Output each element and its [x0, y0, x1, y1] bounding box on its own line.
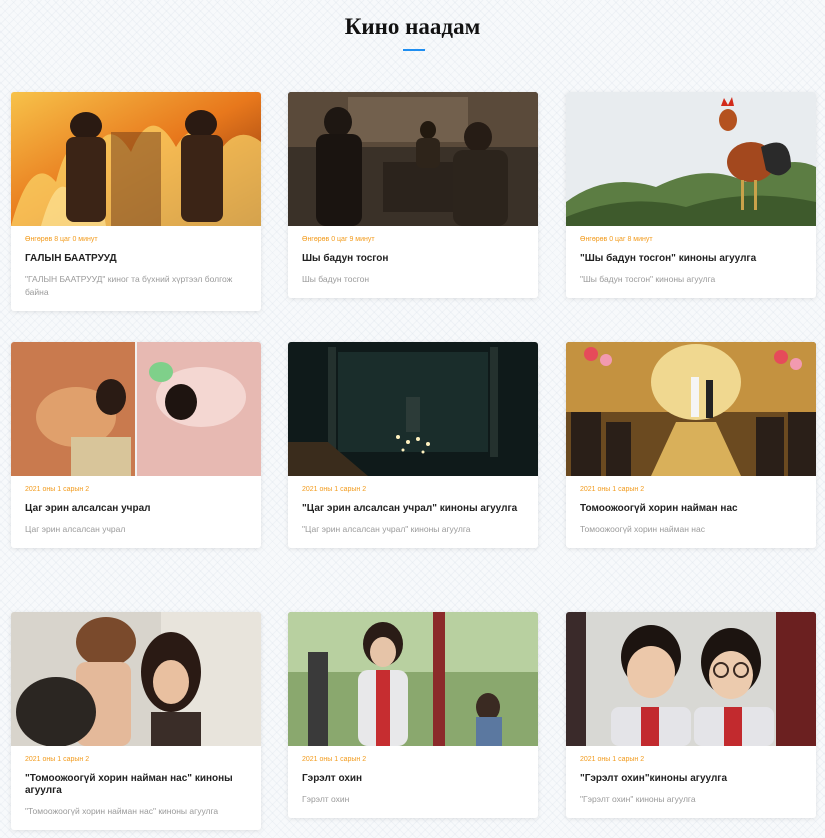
card-title[interactable]: Гэрэлт охин: [302, 773, 524, 785]
card-description: "Гэрэлт охин" киноны агуулга: [580, 794, 696, 804]
card-description: "Томоожоогүй хорин найман нас" киноны аг…: [25, 806, 219, 816]
movie-thumbnail[interactable]: [288, 342, 538, 476]
movie-card[interactable]: 2021 оны 1 сарын 2 Томоожоогүй хорин най…: [566, 342, 816, 548]
card-date: 2021 оны 1 сарын 2: [580, 486, 645, 493]
movie-thumbnail[interactable]: [11, 342, 261, 476]
movie-thumbnail[interactable]: [566, 342, 816, 476]
card-title[interactable]: Цаг эрин алсалсан учрал: [25, 503, 247, 515]
movie-thumbnail[interactable]: [11, 612, 261, 746]
card-description: "Шы бадун тосгон" киноны агуулга: [580, 274, 716, 284]
card-title[interactable]: "Цаг эрин алсалсан учрал" киноны агуулга: [302, 503, 524, 515]
movie-card[interactable]: 2021 оны 1 сарын 2 "Томоожоогүй хорин на…: [11, 612, 261, 830]
card-date: Өнгөрөв 0 цаг 8 минут: [580, 236, 653, 243]
movie-card[interactable]: 2021 оны 1 сарын 2 "Цаг эрин алсалсан уч…: [288, 342, 538, 548]
card-date: Өнгөрөв 8 цаг 0 минут: [25, 236, 98, 243]
movie-thumbnail[interactable]: [288, 612, 538, 746]
movie-card[interactable]: 2021 оны 1 сарын 2 Цаг эрин алсалсан учр…: [11, 342, 261, 548]
card-date: 2021 оны 1 сарын 2: [580, 756, 645, 763]
card-description: Томоожоогүй хорин найман нас: [580, 524, 705, 534]
card-title[interactable]: Шы бадун тосгон: [302, 253, 524, 265]
card-title[interactable]: ГАЛЫН БААТРУУД: [25, 253, 247, 265]
card-title[interactable]: Томоожоогүй хорин найман нас: [580, 503, 802, 515]
card-title[interactable]: "Гэрэлт охин"киноны агуулга: [580, 773, 802, 785]
movie-thumbnail[interactable]: [11, 92, 261, 226]
title-underline: [403, 49, 425, 51]
movie-card[interactable]: Өнгөрөв 0 цаг 8 минут "Шы бадун тосгон" …: [566, 92, 816, 298]
movie-card[interactable]: Өнгөрөв 0 цаг 9 минут Шы бадун тосгон Шы…: [288, 92, 538, 298]
movie-card[interactable]: 2021 оны 1 сарын 2 Гэрэлт охин Гэрэлт ох…: [288, 612, 538, 818]
movie-thumbnail[interactable]: [566, 612, 816, 746]
movie-thumbnail[interactable]: [288, 92, 538, 226]
movie-card[interactable]: Өнгөрөв 8 цаг 0 минут ГАЛЫН БААТРУУД "ГА…: [11, 92, 261, 311]
card-description: "ГАЛЫН БААТРУУД" киног та бүхний хүртээл…: [25, 274, 233, 297]
card-date: 2021 оны 1 сарын 2: [25, 756, 90, 763]
card-date: Өнгөрөв 0 цаг 9 минут: [302, 236, 375, 243]
card-date: 2021 оны 1 сарын 2: [302, 756, 367, 763]
card-description: Цаг эрин алсалсан учрал: [25, 524, 126, 534]
card-description: Шы бадун тосгон: [302, 274, 370, 284]
card-title[interactable]: "Шы бадун тосгон" киноны агуулга: [580, 253, 802, 265]
page-title: Кино наадам: [344, 14, 481, 39]
card-date: 2021 оны 1 сарын 2: [25, 486, 90, 493]
card-title[interactable]: "Томоожоогүй хорин найман нас" киноны аг…: [25, 773, 247, 797]
card-date: 2021 оны 1 сарын 2: [302, 486, 367, 493]
card-description: "Цаг эрин алсалсан учрал" киноны агуулга: [302, 524, 471, 534]
card-description: Гэрэлт охин: [302, 794, 350, 804]
movie-card[interactable]: 2021 оны 1 сарын 2 "Гэрэлт охин"киноны а…: [566, 612, 816, 818]
movie-thumbnail[interactable]: [566, 92, 816, 226]
